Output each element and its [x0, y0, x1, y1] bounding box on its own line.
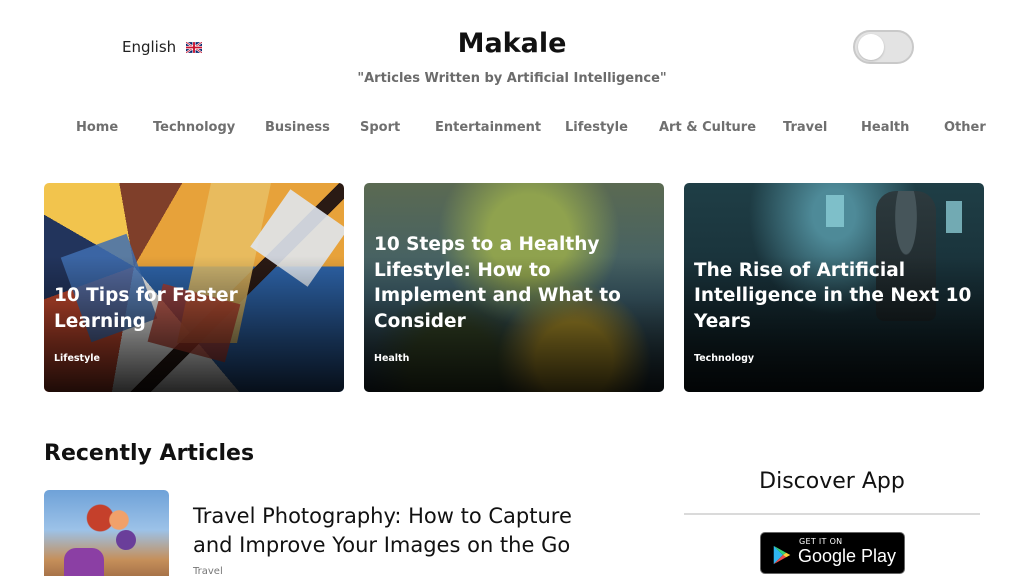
main-nav: Home Technology Business Sport Entertain…	[0, 120, 1024, 140]
nav-entertainment[interactable]: Entertainment	[435, 120, 541, 135]
divider	[684, 513, 980, 515]
article-thumbnail[interactable]	[44, 490, 169, 576]
nav-other[interactable]: Other	[944, 120, 986, 135]
featured-card-category[interactable]: Technology	[694, 353, 754, 364]
featured-card-title[interactable]: The Rise of Artificial Intelligence in t…	[694, 258, 974, 335]
featured-card-title[interactable]: 10 Tips for Faster Learning	[54, 283, 334, 334]
featured-card[interactable]: 10 Steps to a Healthy Lifestyle: How to …	[364, 183, 664, 392]
thumbnail-shape	[116, 530, 136, 550]
google-play-label: Google Play	[798, 546, 897, 566]
featured-card-title[interactable]: 10 Steps to a Healthy Lifestyle: How to …	[374, 232, 654, 334]
featured-card-category[interactable]: Lifestyle	[54, 353, 100, 364]
featured-card[interactable]: 10 Tips for Faster Learning Lifestyle	[44, 183, 344, 392]
nav-business[interactable]: Business	[265, 120, 330, 135]
nav-health[interactable]: Health	[861, 120, 909, 135]
google-play-button[interactable]: GET IT ON Google Play	[760, 532, 905, 574]
thumbnail-shape	[64, 548, 104, 576]
discover-app-heading: Discover App	[759, 469, 905, 494]
google-play-icon	[773, 545, 791, 565]
site-tagline: "Articles Written by Artificial Intellig…	[357, 71, 667, 86]
toggle-knob	[858, 34, 884, 60]
theme-toggle[interactable]	[853, 30, 914, 64]
featured-card-category[interactable]: Health	[374, 353, 409, 364]
article-category[interactable]: Travel	[193, 566, 223, 576]
nav-lifestyle[interactable]: Lifestyle	[565, 120, 628, 135]
nav-travel[interactable]: Travel	[783, 120, 827, 135]
article-title[interactable]: Travel Photography: How to Capture and I…	[193, 502, 613, 560]
featured-card[interactable]: The Rise of Artificial Intelligence in t…	[684, 183, 984, 392]
google-play-small-label: GET IT ON	[799, 537, 843, 546]
recent-articles-heading: Recently Articles	[44, 441, 255, 466]
nav-art-culture[interactable]: Art & Culture	[659, 120, 756, 135]
nav-sport[interactable]: Sport	[360, 120, 400, 135]
nav-technology[interactable]: Technology	[153, 120, 235, 135]
nav-home[interactable]: Home	[76, 120, 118, 135]
